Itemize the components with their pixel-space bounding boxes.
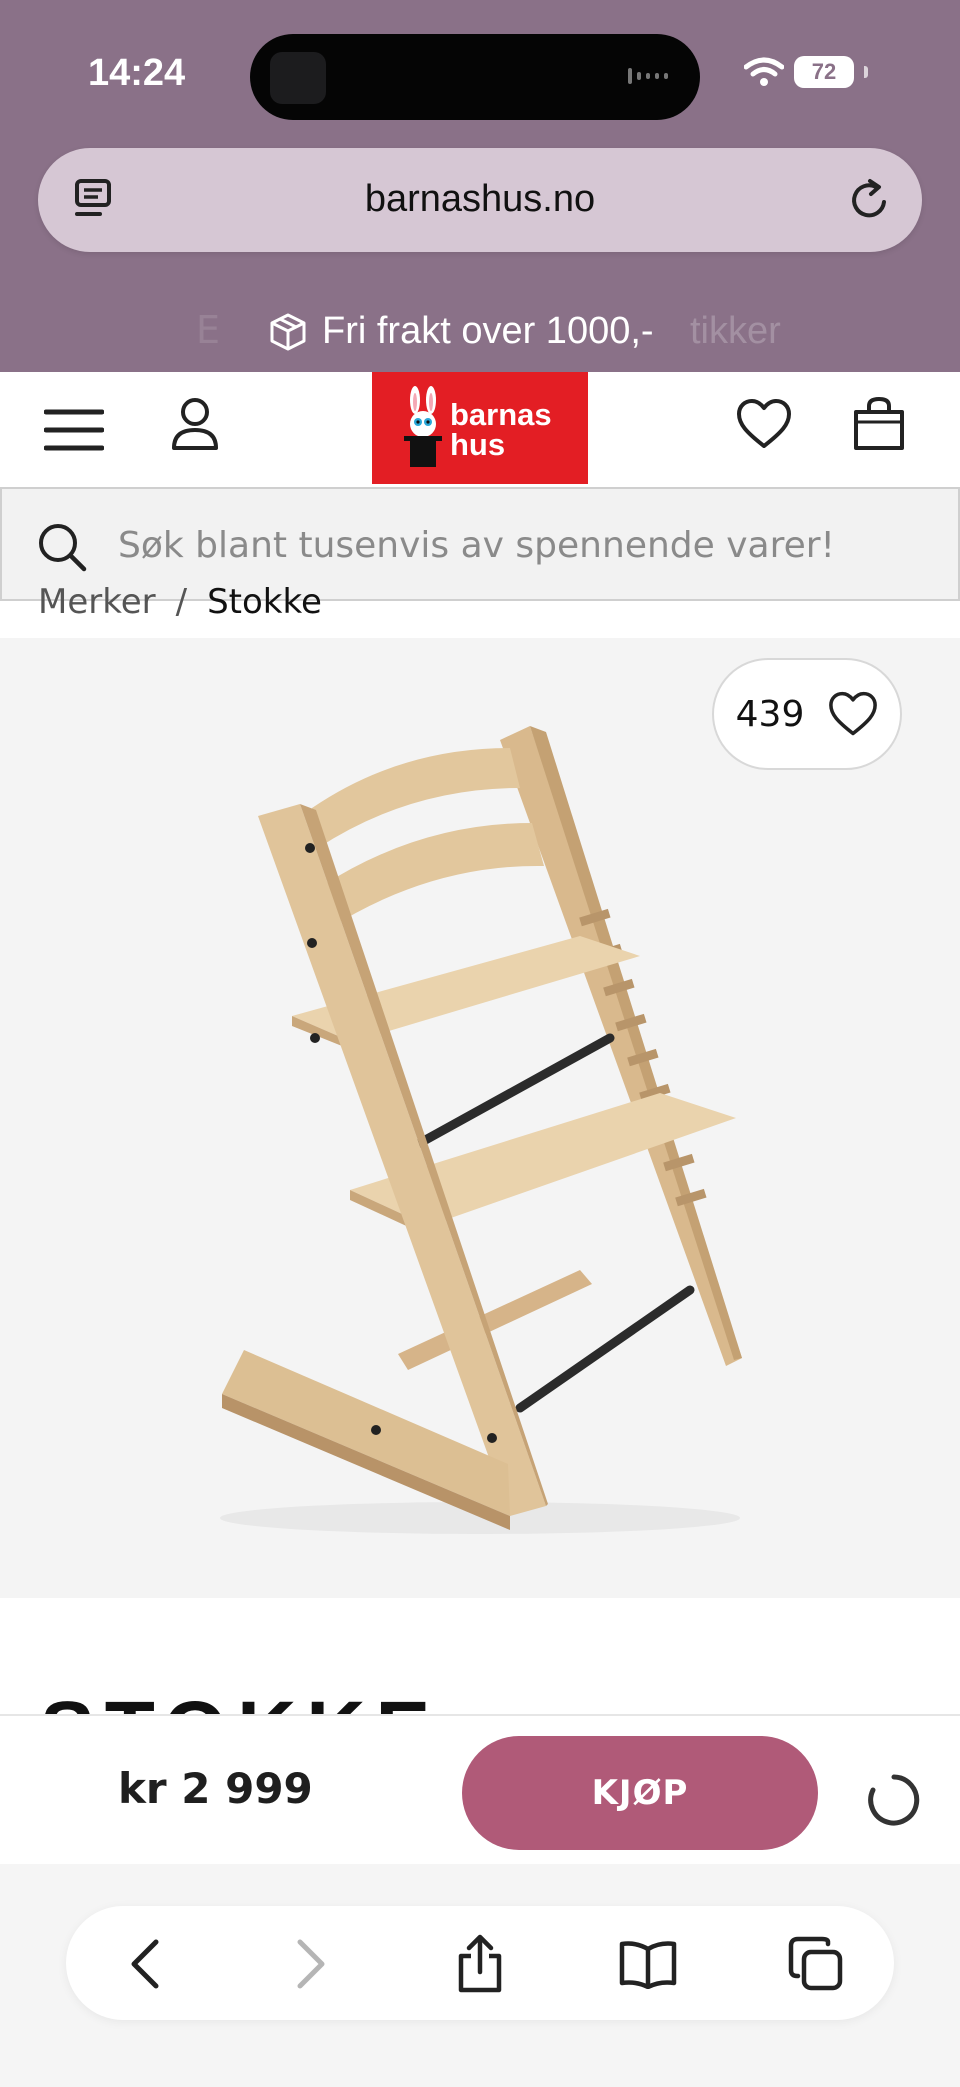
browser-bottom-area (0, 1864, 960, 2087)
bookmarks-button[interactable] (618, 1934, 678, 1994)
back-icon (131, 1939, 159, 1989)
share-icon (458, 1934, 502, 1993)
back-button[interactable] (114, 1934, 174, 1994)
url-text[interactable]: barnashus.no (38, 178, 922, 221)
breadcrumb-link-brands[interactable]: Merker (38, 582, 156, 622)
search-icon (39, 524, 87, 572)
promo-text: Fri frakt over 1000,- (322, 310, 654, 352)
reload-icon[interactable] (848, 176, 892, 222)
brand-section: STOKKE (0, 1598, 960, 1714)
buy-button[interactable]: KJØP (462, 1736, 818, 1850)
tabs-overview-button[interactable] (786, 1934, 846, 1994)
bag-icon[interactable] (852, 396, 906, 452)
spinner-icon (868, 1774, 920, 1826)
site-logo[interactable]: barnas hus (372, 372, 588, 484)
share-button[interactable] (450, 1934, 510, 1994)
battery-indicator: 72 (794, 56, 854, 88)
breadcrumb-current[interactable]: Stokke (207, 582, 322, 622)
island-app-icon (270, 52, 326, 104)
wishlist-count: 439 (735, 693, 805, 735)
tripp-trapp-chair-image (220, 726, 742, 1534)
user-icon[interactable] (170, 396, 220, 452)
product-image[interactable]: 439 (0, 638, 960, 1598)
logo-line-2: hus (450, 427, 506, 462)
status-time: 14:24 (88, 52, 186, 94)
promo-ghost-text: E (196, 308, 221, 352)
heart-icon[interactable] (736, 398, 792, 450)
promo-banner: E Fri frakt over 1000,- tikker (0, 300, 960, 364)
browser-toolbar (66, 1906, 894, 2020)
battery-tip (864, 66, 868, 78)
search-input[interactable] (118, 517, 918, 573)
box-icon (270, 313, 306, 350)
logo-text: barnas hus (450, 397, 552, 462)
bookmarks-icon (619, 1941, 677, 1989)
logo-line-1: barnas (450, 397, 552, 432)
heart-icon (829, 691, 878, 736)
wifi-icon (744, 57, 784, 86)
menu-icon[interactable] (44, 408, 104, 452)
status-icons: 72 (744, 56, 868, 88)
promo-ghost-text-next: tikker (690, 310, 781, 352)
brand-logo[interactable]: STOKKE (40, 1690, 440, 1715)
breadcrumb: Merker / Stokke (38, 582, 322, 622)
site-header: barnas hus (0, 372, 960, 484)
audio-waveform-icon (628, 68, 668, 84)
browser-chrome: 14:24 72 barnashus.no E Fri frakt over 1… (0, 0, 960, 372)
address-bar[interactable]: barnashus.no (38, 148, 922, 252)
forward-icon (297, 1939, 325, 1989)
product-price: kr 2 999 (118, 1764, 313, 1813)
wishlist-count-button[interactable]: 439 (712, 658, 902, 770)
sticky-buy-bar: kr 2 999 KJØP (0, 1714, 960, 1864)
tabs-overview-icon (788, 1936, 843, 1991)
bunny-hat-icon (404, 386, 442, 467)
forward-button[interactable] (282, 1934, 342, 1994)
breadcrumb-separator: / (175, 582, 188, 622)
